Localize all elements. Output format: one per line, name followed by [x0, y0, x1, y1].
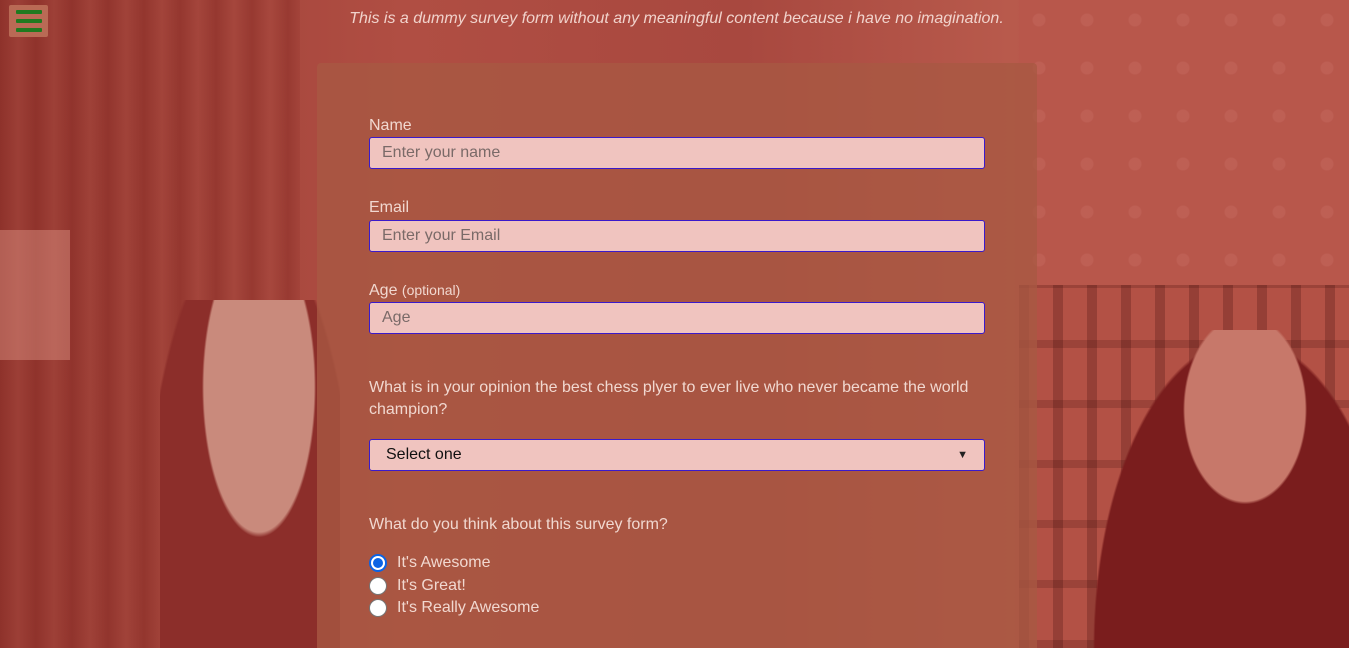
radio-option-awesome[interactable]: It's Awesome — [369, 554, 490, 572]
background-person-right — [1089, 330, 1349, 648]
name-label: Name — [369, 117, 412, 134]
background-person-left — [160, 300, 340, 648]
chess-question: What is in your opinion the best chess p… — [369, 379, 969, 418]
chevron-down-icon: ▼ — [957, 449, 968, 461]
opinion-question: What do you think about this survey form… — [369, 516, 668, 533]
hamburger-bar — [15, 28, 42, 32]
age-label-text: Age — [369, 282, 398, 299]
radio-button[interactable] — [369, 599, 387, 617]
radio-option-great[interactable]: It's Great! — [369, 577, 466, 595]
email-label: Email — [369, 199, 410, 216]
radio-button[interactable] — [369, 577, 387, 595]
background-wallpaper — [1019, 0, 1349, 290]
radio-option-really-awesome[interactable]: It's Really Awesome — [369, 599, 539, 617]
chess-player-select[interactable]: Select one ▼ — [369, 439, 985, 471]
radio-label: It's Great! — [397, 577, 466, 594]
age-optional-note: (optional) — [401, 282, 461, 298]
radio-label: It's Really Awesome — [397, 599, 540, 616]
radio-label: It's Awesome — [397, 554, 491, 571]
background-lamp — [0, 230, 70, 360]
survey-form: Name Email Age (optional) What is in you… — [317, 63, 1037, 648]
age-label: Age (optional) — [369, 282, 460, 300]
email-input[interactable] — [369, 220, 985, 252]
name-input[interactable] — [369, 137, 985, 169]
radio-button[interactable] — [369, 554, 387, 572]
page-description: This is a dummy survey form without any … — [349, 10, 1004, 27]
select-value: Select one — [386, 446, 462, 463]
age-input[interactable] — [369, 302, 985, 334]
